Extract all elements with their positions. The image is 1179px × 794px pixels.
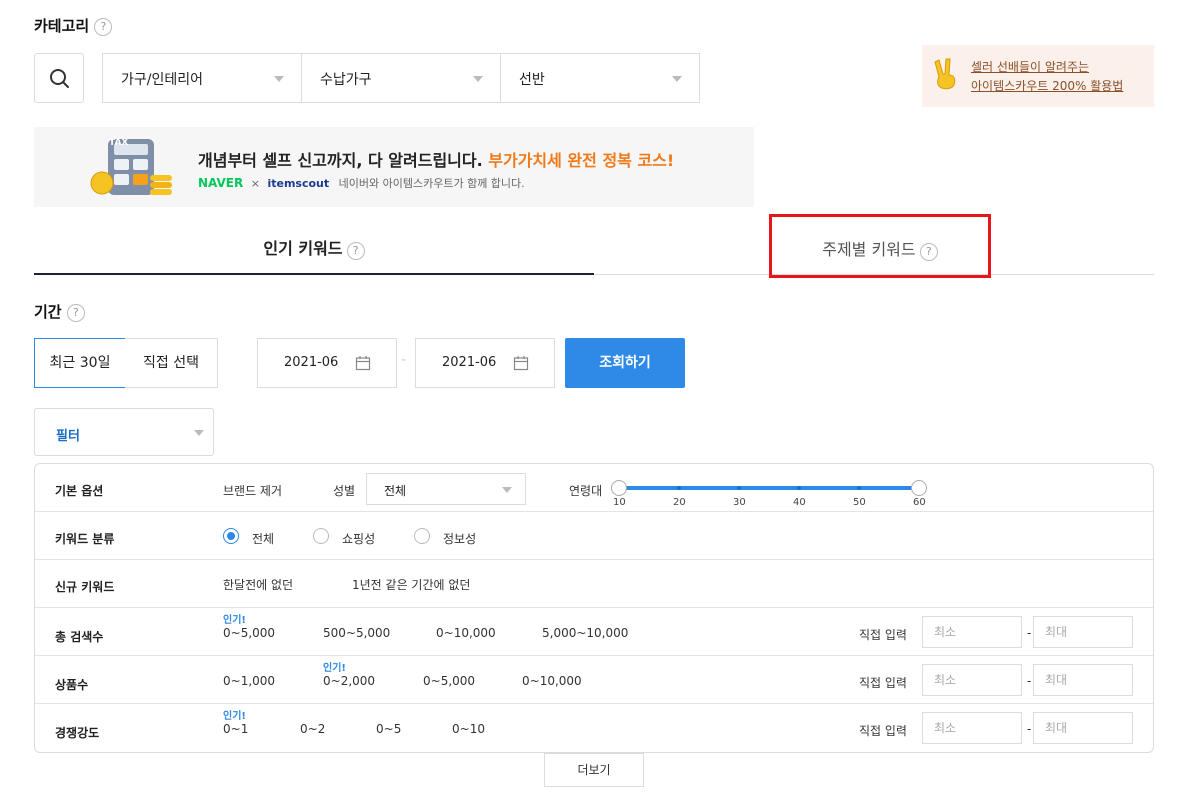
help-icon[interactable]: ? — [919, 242, 938, 261]
products-max-input[interactable]: 최대 — [1033, 664, 1133, 696]
category-title: 카테고리 ? — [34, 15, 113, 36]
age-range-track[interactable] — [619, 486, 919, 490]
calendar-icon — [513, 356, 529, 371]
chevron-down-icon — [274, 76, 284, 82]
gender-select[interactable]: 전체 — [366, 473, 526, 505]
competition-min-input[interactable]: 최소 — [922, 712, 1022, 744]
age-tick-dot — [797, 486, 801, 490]
age-tick-label: 10 — [613, 497, 626, 508]
total-search-max-input[interactable]: 최대 — [1033, 616, 1133, 648]
search-submit-button[interactable]: 조회하기 — [565, 338, 685, 388]
radio-all[interactable] — [223, 528, 239, 544]
popular-badge: 인기! — [223, 615, 246, 626]
help-icon[interactable]: ? — [94, 17, 113, 36]
new-keyword-year-option[interactable]: 1년전 같은 기간에 없던 — [352, 576, 470, 593]
radio-info[interactable] — [414, 528, 430, 544]
filter-panel: 기본 옵션 브랜드 제거 성별 전체 연령대 키워드 분류 전체 쇼핑성 정보성… — [34, 463, 1154, 753]
tab-popular-keywords[interactable]: 인기 키워드 ? — [34, 225, 594, 275]
chevron-down-icon — [502, 487, 512, 493]
tax-calculator-icon — [90, 139, 172, 195]
new-keyword-month-option[interactable]: 한달전에 없던 — [223, 576, 293, 593]
radio-shopping[interactable] — [313, 528, 329, 544]
seller-guide-promo[interactable]: 셀러 선배들이 알려주는 아이템스카우트 200% 활용법 — [922, 45, 1154, 107]
age-tick-label: 60 — [913, 497, 926, 508]
itemscout-logo: itemscout — [267, 177, 330, 190]
age-range-max-handle[interactable] — [911, 480, 927, 496]
filter-row-classify: 키워드 분류 전체 쇼핑성 정보성 — [35, 512, 1153, 560]
help-icon[interactable]: ? — [66, 303, 85, 322]
filter-row-basic: 기본 옵션 브랜드 제거 성별 전체 연령대 — [35, 464, 1153, 512]
filter-row-competition: 경쟁강도 인기! 0~1 0~2 0~5 0~10 직접 입력 최소 - 최대 — [35, 704, 1153, 752]
total-search-min-input[interactable]: 최소 — [922, 616, 1022, 648]
period-custom-button[interactable]: 직접 선택 — [125, 338, 218, 388]
tab-topic-keywords[interactable]: 주제별 키워드 ? — [769, 214, 991, 278]
age-tick-dot — [737, 486, 741, 490]
chevron-down-icon — [672, 76, 682, 82]
filter-row-new-keyword: 신규 키워드 한달전에 없던 1년전 같은 기간에 없던 — [35, 560, 1153, 608]
popular-badge: 인기! — [323, 663, 346, 674]
age-tick-label: 20 — [673, 497, 686, 508]
category-select-3[interactable]: 선반 — [500, 53, 700, 103]
start-date-input[interactable]: 2021-06 — [257, 338, 397, 388]
more-button[interactable]: 더보기 — [544, 753, 644, 787]
filter-select[interactable]: 필터 — [34, 408, 214, 456]
period-recent-30-button[interactable]: 최근 30일 — [34, 338, 126, 388]
age-tick-label: 40 — [793, 497, 806, 508]
chevron-down-icon — [473, 76, 483, 82]
age-tick-label: 50 — [853, 497, 866, 508]
competition-max-input[interactable]: 최대 — [1033, 712, 1133, 744]
calendar-icon — [355, 356, 371, 371]
chevron-down-icon — [194, 430, 204, 436]
filter-row-products: 상품수 인기! 0~1,000 0~2,000 0~5,000 0~10,000… — [35, 656, 1153, 704]
category-select-2[interactable]: 수납가구 — [301, 53, 501, 103]
victory-hand-icon — [934, 58, 956, 90]
help-icon[interactable]: ? — [346, 241, 365, 260]
end-date-input[interactable]: 2021-06 — [415, 338, 555, 388]
brand-exclude-option[interactable]: 브랜드 제거 — [223, 482, 282, 499]
search-icon — [50, 69, 69, 88]
date-range-separator: - — [401, 352, 407, 368]
age-tick-label: 30 — [733, 497, 746, 508]
age-range-min-handle[interactable] — [611, 480, 627, 496]
filter-row-total-search: 총 검색수 인기! 0~5,000 500~5,000 0~10,000 5,0… — [35, 608, 1153, 656]
category-search-button[interactable] — [34, 53, 84, 103]
banner-headline: 개념부터 셀프 신고까지, 다 알려드립니다. 부가가치세 완전 정복 코스! — [198, 151, 675, 170]
period-title: 기간 ? — [34, 301, 85, 322]
vat-course-banner[interactable]: TAX 개념부터 셀프 신고까지, 다 알려드립니다. 부가가치세 완전 정복 … — [34, 127, 754, 207]
popular-badge: 인기! — [223, 711, 246, 722]
category-select-1[interactable]: 가구/인테리어 — [102, 53, 302, 103]
age-tick-dot — [677, 486, 681, 490]
products-min-input[interactable]: 최소 — [922, 664, 1022, 696]
banner-sub: NAVER × itemscout 네이버와 아이템스카우트가 함께 합니다. — [198, 176, 525, 190]
age-tick-dot — [857, 486, 861, 490]
